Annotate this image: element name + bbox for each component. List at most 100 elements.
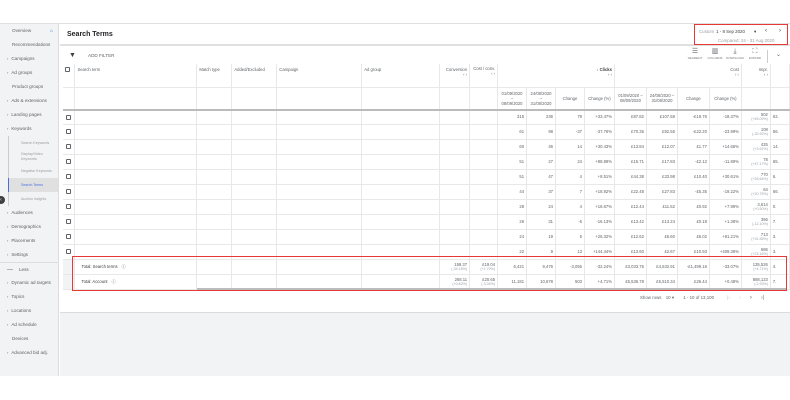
subheader-prev[interactable]: 24/08/2020 – 31/08/2020 — [646, 87, 678, 111]
sidebar-item-search-terms[interactable]: Search Terms — [8, 178, 58, 192]
change: (-2.93%) — [754, 282, 768, 286]
first-page-icon[interactable]: |‹ — [727, 295, 730, 300]
sidebar-item-settings[interactable]: › Settings — [0, 248, 58, 262]
blurred-cell — [469, 244, 499, 260]
row-checkbox[interactable] — [63, 214, 76, 230]
subheader-change[interactable]: Change — [555, 87, 585, 111]
sidebar-item-display-video-keywords[interactable]: Display/Video Keywords — [8, 150, 58, 164]
subheader-change[interactable]: Change — [677, 87, 710, 111]
dropdown-icon[interactable]: ▾ — [754, 29, 756, 35]
row-checkbox[interactable] — [63, 244, 76, 260]
sidebar-item-devices[interactable]: Devices — [0, 332, 58, 346]
select-all-checkbox[interactable] — [63, 64, 76, 88]
col-conversion[interactable]: Conversion ‹ › — [439, 64, 471, 88]
subheader-cur[interactable]: 01/09/2020 – 08/09/2020 — [497, 87, 528, 111]
next-period-icon[interactable]: › — [779, 28, 781, 34]
col-cost-conv[interactable]: Cost / conv. ‹ › — [469, 64, 499, 88]
table-row[interactable]: 44 37 7 +18.92% £22.48 £27.83 -£5.35 -19.22% 64(… — [63, 184, 790, 200]
row-checkbox[interactable] — [63, 229, 76, 245]
sidebar-item-placements[interactable]: › Placements — [0, 234, 58, 248]
sidebar-item-product-groups[interactable]: Product groups — [0, 80, 58, 94]
col-ad-group[interactable]: Ad group — [361, 64, 441, 88]
sidebar-item-label: Landing pages — [11, 112, 42, 117]
subheader-change_pct[interactable]: Change (%) — [709, 87, 742, 111]
table-row[interactable]: 26 31 -5 -16.13% £13.42 £13.24 £0.18 +1.36% 356(… — [63, 214, 790, 230]
last-page-icon[interactable]: ›| — [761, 295, 764, 301]
table-row[interactable]: 51 47 4 +8.51% £44.38 £33.98 £10.40 +30.61% 770(… — [63, 169, 790, 185]
expand-icon[interactable]: ‹ › — [491, 71, 495, 76]
sidebar-item-label: Keywords — [11, 126, 32, 131]
sidebar-item-search-keywords[interactable]: Search Keywords — [8, 136, 58, 150]
sidebar-item-advanced-bid-adj-[interactable]: › Advanced bid adj. — [0, 346, 58, 360]
col-match-type[interactable]: Match type — [196, 64, 233, 88]
expand-icon[interactable]: ‹ › — [463, 72, 467, 77]
sidebar-item-campaigns[interactable]: › Campaigns — [0, 52, 58, 66]
previous-period-icon[interactable]: ‹ — [765, 28, 767, 34]
col-campaign[interactable]: Campaign — [276, 64, 363, 88]
chevron-down-icon[interactable]: ⌄ — [776, 51, 781, 58]
download-button[interactable]: ⤓ DOWNLOAD — [725, 48, 745, 60]
row-checkbox[interactable] — [63, 169, 76, 185]
sidebar-item-label: Settings — [11, 252, 28, 257]
sidebar-item-locations[interactable]: › Locations — [0, 304, 58, 318]
row-checkbox[interactable] — [63, 184, 76, 200]
sidebar-item-dynamic-ad-targets[interactable]: › Dynamic ad targets — [0, 276, 58, 290]
columns-button[interactable]: ▥ COLUMNS — [705, 48, 725, 60]
sidebar-item-ad-groups[interactable]: › Ad groups — [0, 66, 58, 80]
metric-cell: 31 — [526, 214, 557, 230]
blurred-cell — [74, 109, 198, 125]
table-row[interactable]: 60 46 14 +30.43% £13.84 £12.07 £1.77 +14.66% 425… — [63, 139, 790, 155]
row-checkbox[interactable] — [63, 139, 76, 155]
subheader-cur[interactable]: 01/09/2020 – 08/09/2020 — [614, 87, 647, 111]
collapse-icon[interactable]: › ‹ — [735, 72, 739, 77]
expand-icon[interactable]: ‹ › — [764, 72, 768, 77]
table-row[interactable]: 315 236 79 +33.47% £87.82 £107.58 -£19.76 -18.3… — [63, 109, 790, 125]
help-icon[interactable]: ⓘ — [122, 264, 126, 269]
blurred-cell — [439, 229, 471, 245]
col-search-term[interactable]: Search term — [74, 64, 198, 88]
sidebar-item-keywords[interactable]: › Keywords — [0, 122, 58, 136]
horizontal-scrollbar[interactable] — [197, 288, 787, 290]
sidebar-item-overview[interactable]: Overview ⌂ — [0, 24, 58, 38]
sidebar-item-audiences[interactable]: › Audiences — [0, 206, 58, 220]
sidebar-item-less[interactable]: — Less — [0, 262, 58, 276]
prev-page-icon[interactable]: ‹ — [739, 295, 740, 300]
segment-button[interactable]: ☰ SEGMENT — [685, 48, 705, 60]
table-row[interactable]: 28 24 4 +16.67% £12.44 £11.52 £0.92 +7.99% 3,614… — [63, 199, 790, 215]
next-page-icon[interactable]: › — [750, 295, 752, 301]
sidebar-item-landing-pages[interactable]: › Landing pages — [0, 108, 58, 122]
row-checkbox[interactable] — [63, 154, 76, 170]
table-row[interactable]: 24 19 5 +26.32% £12.62 £6.60 £6.02 +91.21% 713 (+… — [63, 229, 790, 245]
help-icon[interactable]: ⓘ — [112, 279, 116, 284]
collapse-icon[interactable]: › ‹ — [608, 72, 612, 77]
sidebar-item-ads-extensions[interactable]: › Ads & extensions — [0, 94, 58, 108]
table-row[interactable]: 61 98 -37 -37.76% £70.35 £92.55 -£22.20 -23.99%… — [63, 124, 790, 140]
row-checkbox[interactable] — [63, 109, 76, 125]
col-added-excluded[interactable]: Added/Excluded — [231, 64, 278, 88]
subheader-prev[interactable]: 24/08/2020 – 31/08/2020 — [526, 87, 557, 111]
sidebar-item-recommendations[interactable]: Recommendations — [0, 38, 58, 52]
totals-cost_conv: £19.04 (+1.70%) — [469, 259, 499, 275]
sidebar-item-ad-schedule[interactable]: › Ad schedule — [0, 318, 58, 332]
filter-icon[interactable]: ▼ — [69, 52, 76, 59]
col-cost[interactable]: Cost › ‹ — [614, 64, 742, 88]
sidebar-item-label: Topics — [11, 294, 25, 299]
sidebar-item-topics[interactable]: › Topics — [0, 290, 58, 304]
table-row[interactable]: 51 27 24 +88.89% £15.71 £17.83 -£2.12 -11.89% 78… — [63, 154, 790, 170]
row-checkbox[interactable] — [63, 199, 76, 215]
date-range-picker[interactable]: Custom 1 - 8 Sep 2020 ▾ ‹ › Compared: 24 … — [694, 24, 788, 45]
expand-button[interactable]: ⛶ EXPAND — [745, 48, 765, 60]
impr-value: 356 — [760, 216, 768, 222]
blank — [63, 274, 76, 290]
col-clicks[interactable]: ↓ Clicks › ‹ — [497, 64, 615, 88]
sidebar-item-auction-insights[interactable]: Auction insights — [8, 192, 58, 206]
row-checkbox[interactable] — [63, 124, 76, 140]
add-filter-button[interactable]: ADD FILTER — [88, 53, 114, 58]
rows-per-page-select[interactable]: 10 — [666, 295, 671, 300]
blurred-cell — [469, 154, 499, 170]
sidebar-item-demographics[interactable]: › Demographics — [0, 220, 58, 234]
col-impr[interactable]: Impr. ‹ › — [741, 64, 771, 88]
subheader-change_pct[interactable]: Change (%) — [584, 87, 615, 111]
table-row[interactable]: 22 9 13 +144.44% £13.60 £2.67 £10.93 +409.36% 68… — [63, 244, 790, 260]
sidebar-item-negative-keywords[interactable]: Negative Keywords — [8, 164, 58, 178]
